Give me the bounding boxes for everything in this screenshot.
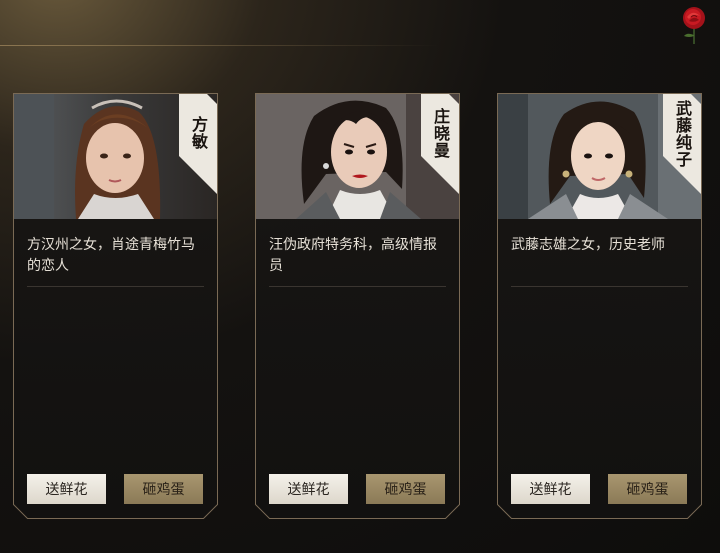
name-tab: 武藤纯子 [663,94,701,194]
character-name: 庄晓曼 [431,108,450,159]
character-card-wutengchunzi: 武藤纯子 武藤志雄之女，历史老师 送鲜花 砸鸡蛋 [497,93,702,519]
card-divider [269,286,446,287]
header-divider [0,45,440,46]
send-flower-button[interactable]: 送鲜花 [269,474,348,504]
throw-egg-button[interactable]: 砸鸡蛋 [366,474,445,504]
throw-egg-button[interactable]: 砸鸡蛋 [124,474,203,504]
card-divider [27,286,204,287]
character-description: 武藤志雄之女，历史老师 [511,236,665,252]
throw-egg-button[interactable]: 砸鸡蛋 [608,474,687,504]
character-description: 方汉州之女，肖途青梅竹马的恋人 [27,236,195,273]
card-divider [511,286,688,287]
name-tab: 庄晓曼 [421,94,459,194]
character-card-zhuangxiaoman: 庄晓曼 汪伪政府特务科，高级情报员 送鲜花 砸鸡蛋 [255,93,460,519]
character-description: 汪伪政府特务科，高级情报员 [269,236,437,273]
character-name: 武藤纯子 [673,100,692,168]
character-name: 方敏 [189,116,208,150]
character-card-fangmin: 方敏 方汉州之女，肖途青梅竹马的恋人 送鲜花 砸鸡蛋 [13,93,218,519]
rose-icon[interactable] [676,5,712,45]
name-tab: 方敏 [179,94,217,194]
send-flower-button[interactable]: 送鲜花 [27,474,106,504]
send-flower-button[interactable]: 送鲜花 [511,474,590,504]
